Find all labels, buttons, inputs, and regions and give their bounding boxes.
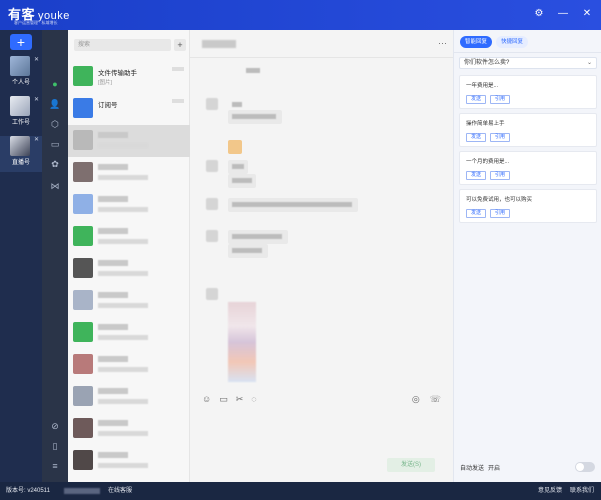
folder-icon	[73, 66, 93, 86]
menu-icon[interactable]: ≡	[49, 460, 61, 472]
more-icon[interactable]: ···	[438, 38, 447, 48]
image-message[interactable]	[228, 302, 256, 382]
function-bar: ● 👤 ⬡ ▭ ✿ ⋈ ⊘ ▯ ≡	[42, 30, 68, 482]
auto-send-label-2: 开启	[488, 466, 501, 472]
title-bar: 有客 youke 客户运营管理 · 私域增长 ⚙ — ✕	[0, 0, 601, 30]
avatar	[10, 56, 30, 76]
chat-icon[interactable]: ●	[49, 78, 61, 90]
avatar	[73, 322, 93, 342]
reply-card: 一年费用是... 发送 引用	[459, 75, 597, 109]
app-slogan: 客户运营管理 · 私域增长	[14, 20, 58, 25]
avatar	[73, 354, 93, 374]
reply-card: 一个月的费用是... 发送 引用	[459, 151, 597, 185]
reply-card: 操作简单易上手 发送 引用	[459, 113, 597, 147]
send-reply-button[interactable]: 发送	[466, 209, 487, 218]
quote-reply-button[interactable]: 引用	[490, 133, 511, 142]
close-icon[interactable]: ✕	[34, 56, 39, 63]
avatar	[73, 194, 93, 214]
close-icon[interactable]: ✕	[581, 8, 593, 20]
list-item[interactable]	[68, 285, 190, 317]
list-item[interactable]	[68, 221, 190, 253]
account-label: 工作号	[11, 120, 30, 126]
chevron-down-icon: ⌄	[586, 60, 592, 66]
auto-send-toggle[interactable]	[575, 462, 595, 472]
account-label: 直播号	[11, 160, 30, 166]
send-reply-button[interactable]: 发送	[466, 133, 487, 142]
chat-window: ··· ☺ ▭ ✂ ◌ ◎ ☏ 发送(S)	[190, 30, 453, 482]
feedback-link[interactable]: 意见反馈	[538, 482, 562, 500]
quote-reply-button[interactable]: 引用	[490, 209, 511, 218]
send-reply-button[interactable]: 发送	[466, 95, 487, 104]
phone-icon[interactable]: ▯	[49, 440, 61, 452]
close-icon[interactable]: ✕	[34, 96, 39, 103]
scissors-icon[interactable]: ✂	[236, 394, 244, 405]
avatar	[73, 130, 93, 150]
send-reply-button[interactable]: 发送	[466, 171, 487, 180]
minimize-icon[interactable]: —	[557, 8, 569, 20]
list-item[interactable]	[68, 381, 190, 413]
online-support-link[interactable]: 在线客服	[108, 482, 132, 500]
list-item[interactable]	[68, 189, 190, 221]
tab-smart-reply[interactable]: 智能回复	[460, 36, 493, 48]
call-icon[interactable]: ☏	[430, 394, 441, 405]
reply-card: 可以免费试用，也可以购买 发送 引用	[459, 189, 597, 223]
close-icon[interactable]: ✕	[34, 136, 39, 143]
emoji-icon[interactable]: ☺	[202, 394, 211, 405]
chat-title	[202, 40, 236, 48]
avatar	[10, 96, 30, 116]
folder-icon[interactable]: ▭	[219, 394, 228, 405]
list-item[interactable]	[68, 157, 190, 189]
add-account-button[interactable]: +	[10, 34, 32, 50]
send-button[interactable]: 发送(S)	[387, 458, 435, 472]
list-item[interactable]	[68, 317, 190, 349]
list-item[interactable]: 文件传输助手 [图片]	[68, 61, 190, 93]
contact-link[interactable]: 联系我们	[570, 482, 594, 500]
account-label: 个人号	[11, 80, 30, 86]
account-item[interactable]: ✕ 工作号	[0, 96, 42, 132]
avatar	[73, 162, 93, 182]
chat-header: ···	[190, 30, 453, 58]
account-item[interactable]: ✕ 直播号	[0, 136, 42, 172]
moments-icon[interactable]: ✿	[49, 158, 61, 170]
compass-icon[interactable]: ⊘	[49, 420, 61, 432]
list-item[interactable]	[68, 445, 190, 477]
list-item[interactable]	[68, 413, 190, 445]
chat-bubble-icon[interactable]: ◌	[251, 394, 256, 405]
avatar	[73, 258, 93, 278]
list-item[interactable]: 订阅号	[68, 93, 190, 125]
video-icon[interactable]: ◎	[412, 394, 420, 405]
quote-reply-button[interactable]: 引用	[490, 95, 511, 104]
auto-send-label: 自动发送	[460, 466, 485, 472]
conversation-list: 搜索 + 文件传输助手 [图片] 订阅号	[68, 30, 190, 482]
account-item[interactable]: ✕ 个人号	[0, 56, 42, 92]
avatar	[73, 226, 93, 246]
subscription-icon	[73, 98, 93, 118]
reply-panel: 智能回复 快捷回复 你们软件怎么卖? ⌄ 一年费用是... 发送 引用 操作简单…	[453, 30, 601, 482]
status-bar: 版本号: v240511 在线客服 意见反馈 联系我们	[0, 482, 601, 500]
brand-icon[interactable]: ⋈	[49, 180, 61, 192]
cube-icon[interactable]: ⬡	[49, 118, 61, 130]
avatar	[73, 290, 93, 310]
chat-toolbar: ☺ ▭ ✂ ◌	[202, 394, 257, 405]
avatar	[73, 386, 93, 406]
contacts-icon[interactable]: 👤	[49, 98, 61, 110]
avatar	[73, 450, 93, 470]
avatar	[10, 136, 30, 156]
avatar	[73, 418, 93, 438]
gear-icon[interactable]: ⚙	[533, 8, 545, 20]
category-select[interactable]: 你们软件怎么卖? ⌄	[459, 57, 597, 69]
list-item[interactable]	[68, 349, 190, 381]
tab-quick-reply[interactable]: 快捷回复	[496, 36, 529, 48]
search-input[interactable]: 搜索	[74, 39, 171, 51]
list-item[interactable]	[68, 253, 190, 285]
version-text: 版本号: v240511	[6, 488, 50, 494]
list-item[interactable]	[68, 125, 190, 157]
quote-reply-button[interactable]: 引用	[490, 171, 511, 180]
add-chat-button[interactable]: +	[174, 39, 186, 51]
account-sidebar: + ✕ 个人号 ✕ 工作号 ✕ 直播号	[0, 30, 42, 482]
folder-icon[interactable]: ▭	[49, 138, 61, 150]
